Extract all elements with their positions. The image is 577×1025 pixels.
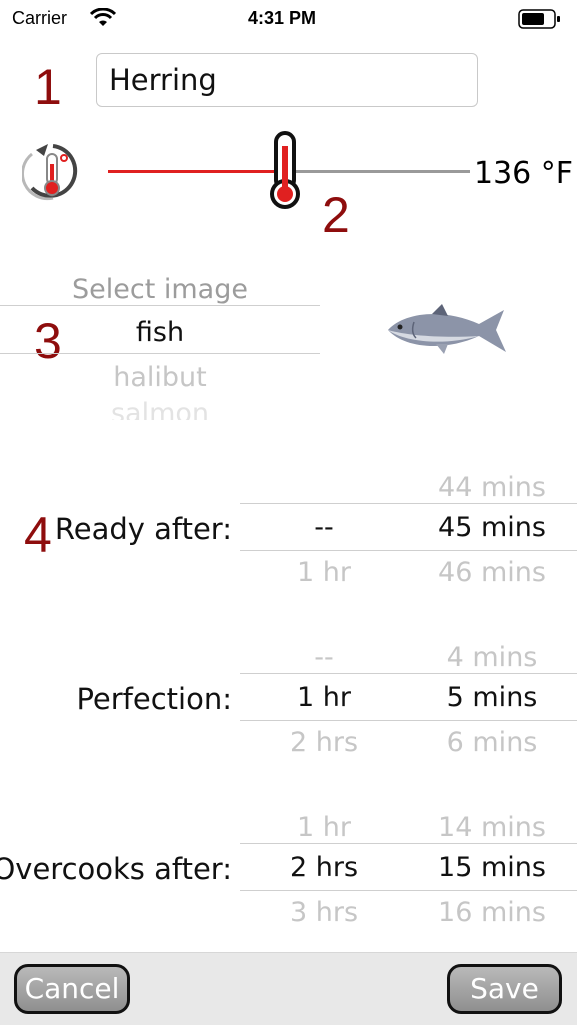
picker-option[interactable]: salmon [0,398,320,420]
tuna-fish-icon [388,304,506,354]
name-field[interactable]: Herring [96,53,478,107]
hours-option-selected[interactable]: 1 hr [262,682,386,713]
picker-option-selected[interactable]: fish [0,317,320,348]
minutes-option[interactable]: 46 mins [410,557,574,588]
unit-toggle-icon[interactable] [22,140,84,206]
cancel-button[interactable]: Cancel [14,964,130,1014]
minutes-option-selected[interactable]: 5 mins [410,682,574,713]
picker-divider [0,305,320,306]
timer-label: Ready after: [54,512,232,546]
minutes-option[interactable]: 14 mins [410,812,574,843]
carrier-label: Carrier [12,8,68,28]
temperature-readout: 136 °F [474,156,574,191]
temperature-slider[interactable] [108,131,470,209]
hours-option[interactable]: 1 hr [262,557,386,588]
slider-track-filled [108,170,277,173]
minutes-option-selected[interactable]: 15 mins [410,852,574,883]
hours-option[interactable]: 1 hr [262,812,386,843]
hours-wheel[interactable]: -- 1 hr [262,462,386,602]
hours-option[interactable]: 3 hrs [262,897,386,928]
minutes-wheel[interactable]: 44 mins 45 mins 46 mins [410,462,574,602]
minutes-wheel[interactable]: 4 mins 5 mins 6 mins [410,632,574,772]
timer-row: Perfection: -- 1 hr 2 hrs 4 mins 5 mins 6 mins [0,632,577,772]
timer-row: Overcooks after: 1 hr 2 hrs 3 hrs 14 mins 15 … [0,802,577,942]
minutes-option-selected[interactable]: 45 mins [410,512,574,543]
minutes-option[interactable]: 44 mins [410,472,574,503]
minutes-option[interactable]: 16 mins [410,897,574,928]
minutes-option[interactable]: 6 mins [410,727,574,758]
battery-icon [518,9,560,29]
clock: 4:31 PM [248,8,317,28]
timer-label: Overcooks after: [0,852,232,886]
bottom-toolbar: Cancel Save [0,952,577,1025]
hours-option-selected[interactable]: -- [262,512,386,543]
picker-divider [0,353,320,354]
hours-wheel[interactable]: 1 hr 2 hrs 3 hrs [262,802,386,942]
hours-option[interactable]: 2 hrs [262,727,386,758]
minutes-option[interactable]: 4 mins [410,642,574,673]
hours-option-selected[interactable]: 2 hrs [262,852,386,883]
wifi-icon [90,8,116,26]
image-picker[interactable]: Select image fish halibut salmon [0,266,320,426]
timer-row: Ready after: -- 1 hr 44 mins 45 mins 46 mins [0,462,577,602]
annotation-1: 1 [34,59,62,115]
hours-wheel[interactable]: -- 1 hr 2 hrs [262,632,386,772]
status-bar: Carrier 4:31 PM [0,0,577,38]
picker-option[interactable]: halibut [0,362,320,393]
thermometer-thumb-icon[interactable] [270,130,300,212]
picker-option[interactable]: Select image [0,274,320,305]
save-button[interactable]: Save [447,964,562,1014]
hours-option[interactable]: -- [262,642,386,673]
timer-label: Perfection: [76,682,232,716]
minutes-wheel[interactable]: 14 mins 15 mins 16 mins [410,802,574,942]
slider-track-empty [293,170,470,173]
